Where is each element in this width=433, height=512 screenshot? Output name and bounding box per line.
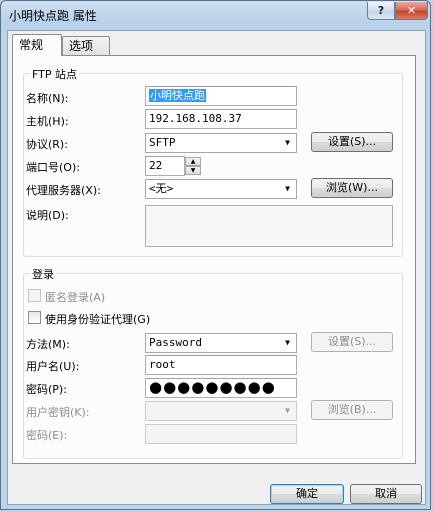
username-label: 用户名(U): <box>26 360 80 373</box>
anonymous-login-label: 匿名登录(A) <box>45 291 106 304</box>
tab-options[interactable]: 选项 <box>62 36 110 55</box>
protocol-label: 协议(R): <box>26 138 68 151</box>
port-input[interactable]: 22 <box>145 156 185 176</box>
password-label: 密码(P): <box>26 383 67 396</box>
password-input[interactable]: ●●●●●●●●● <box>145 378 297 398</box>
name-input-value: 小明快点跑 <box>149 89 206 102</box>
method-select[interactable]: Password ▼ <box>145 333 297 353</box>
user-key-label: 用户密钥(K): <box>26 406 90 419</box>
proxy-select[interactable]: <无> ▼ <box>145 179 297 199</box>
general-tab-panel: FTP 站点 名称(N): 小明快点跑 主机(H): 192.168.108.3… <box>12 55 416 464</box>
dialog-button-bar: 确定 取消 <box>8 471 425 506</box>
user-key-select[interactable]: ▼ <box>145 401 297 421</box>
description-label: 说明(D): <box>26 209 69 222</box>
use-proxy-auth-label: 使用身份验证代理(G) <box>45 313 151 326</box>
ftp-site-group-title: FTP 站点 <box>30 66 79 82</box>
spin-up-icon[interactable]: ▲ <box>185 157 201 166</box>
dialog-client-area: 常规 选项 FTP 站点 名称(N): 小明快点跑 主机(H): 192.168… <box>7 30 426 505</box>
protocol-settings-button[interactable]: 设置(S)... <box>311 132 393 152</box>
login-group-title: 登录 <box>30 266 56 282</box>
protocol-select[interactable]: SFTP ▼ <box>145 133 297 153</box>
close-button[interactable]: ✕ <box>395 2 428 20</box>
username-input[interactable]: root <box>145 355 297 375</box>
protocol-select-value: SFTP <box>149 136 176 149</box>
chevron-down-icon: ▼ <box>285 338 290 347</box>
port-label: 端口号(O): <box>26 161 80 174</box>
name-input[interactable]: 小明快点跑 <box>145 86 297 106</box>
close-icon: ✕ <box>406 4 417 17</box>
chevron-down-icon: ▼ <box>285 138 290 147</box>
description-input[interactable] <box>145 205 393 247</box>
passphrase-input[interactable] <box>145 424 297 444</box>
method-label: 方法(M): <box>26 338 70 351</box>
cancel-button[interactable]: 取消 <box>350 484 422 504</box>
host-label: 主机(H): <box>26 115 69 128</box>
passphrase-label: 密码(E): <box>26 429 68 442</box>
user-key-browse-button[interactable]: 浏览(B)... <box>311 400 393 420</box>
help-button[interactable]: ? <box>367 2 395 20</box>
title-bar[interactable]: 小明快点跑 属性 ? ✕ <box>1 1 430 31</box>
chevron-down-icon: ▼ <box>285 406 290 415</box>
proxy-select-value: <无> <box>149 182 174 195</box>
proxy-browse-button[interactable]: 浏览(W)... <box>311 178 393 198</box>
chevron-down-icon: ▼ <box>285 184 290 193</box>
ok-button[interactable]: 确定 <box>270 484 344 504</box>
anonymous-login-checkbox[interactable] <box>28 289 41 302</box>
use-proxy-auth-checkbox[interactable] <box>28 311 41 324</box>
window-title: 小明快点跑 属性 <box>9 9 97 23</box>
port-spinner[interactable]: ▲ ▼ <box>185 157 201 175</box>
proxy-label: 代理服务器(X): <box>26 184 101 197</box>
properties-dialog: 小明快点跑 属性 ? ✕ 常规 选项 FTP 站点 名称(N): 小明快点跑 主… <box>0 0 431 510</box>
spin-down-icon[interactable]: ▼ <box>185 166 201 175</box>
name-label: 名称(N): <box>26 92 69 105</box>
method-settings-button[interactable]: 设置(S)... <box>311 332 393 352</box>
tab-general[interactable]: 常规 <box>12 34 62 56</box>
help-icon: ? <box>377 4 385 17</box>
host-input[interactable]: 192.168.108.37 <box>145 109 297 129</box>
method-select-value: Password <box>149 336 202 349</box>
